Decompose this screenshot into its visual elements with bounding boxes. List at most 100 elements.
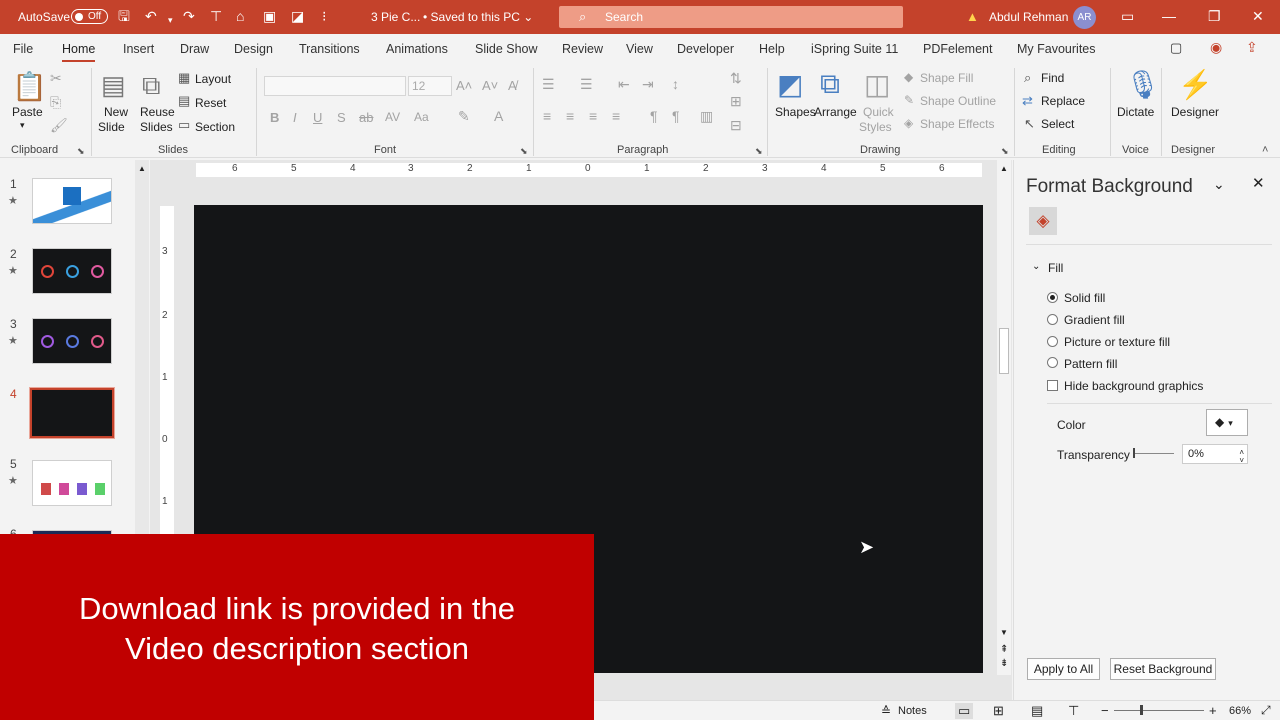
close-window-icon[interactable]: ✕ [1252,8,1264,25]
scroll-up-icon[interactable]: ▲ [1000,164,1008,173]
tab-my-favourites[interactable]: My Favourites [1017,42,1096,56]
replace-icon[interactable]: ⇄ [1022,93,1033,109]
warning-icon[interactable]: ▲ [966,9,979,24]
slideshow-view-icon[interactable]: ⊤ [1068,703,1079,719]
zoom-in-icon[interactable]: + [1209,703,1217,718]
change-case-icon[interactable]: Aa [414,110,429,124]
increase-indent-icon[interactable]: ⇥ [642,76,654,93]
justify-icon[interactable]: ≡ [612,108,620,124]
shadow-icon[interactable]: S [337,110,346,125]
highlight-icon[interactable]: ✎ [458,108,470,125]
shape-effects-button[interactable]: Shape Effects [920,117,995,131]
quick-styles-icon[interactable]: ◫ [864,68,890,101]
notes-button[interactable]: Notes [898,705,927,717]
zoom-out-icon[interactable]: − [1101,703,1109,718]
tab-file[interactable]: File [13,42,33,56]
arrange-icon[interactable]: ⧉ [820,68,840,101]
char-spacing-icon[interactable]: AV [385,110,400,124]
shape-fill-button[interactable]: Shape Fill [920,71,973,85]
record-icon[interactable]: ◉ [1210,39,1222,56]
numbering-icon[interactable]: ☰ [580,76,593,93]
tab-view[interactable]: View [626,42,653,56]
smartart-icon[interactable]: ⊟ [730,117,742,134]
reset-button[interactable]: Reset [195,96,226,110]
align-right-icon[interactable]: ≡ [589,108,597,124]
transparency-input[interactable]: 0% ˄ ˅ [1182,444,1248,465]
color-picker-button[interactable]: ◆ ▾ [1206,409,1248,436]
collapse-ribbon-icon[interactable]: ˄ [1262,144,1268,156]
save-status[interactable]: • Saved to this PC ⌄ [423,10,533,24]
section-icon[interactable]: ▭ [178,117,190,133]
rtl-icon[interactable]: ¶ [650,108,658,124]
scroll-up-icon[interactable]: ▲ [138,164,146,173]
canvas-scrollbar[interactable]: ▲ ▼ ⇞ ⇟ [997,160,1011,675]
tab-review[interactable]: Review [562,42,603,56]
slide-thumbnail[interactable] [32,318,112,364]
customize-qat-icon[interactable]: ⁝ [322,8,326,24]
align-center-icon[interactable]: ≡ [566,108,574,124]
font-launcher-icon[interactable]: ⬊ [520,146,528,157]
search-box[interactable]: ⌕ Search [559,6,903,28]
reset-icon[interactable]: ▤ [178,93,190,109]
reading-view-icon[interactable]: ▤ [1031,703,1043,719]
new-slide-label2[interactable]: Slide [98,120,125,134]
picture-fill-radio[interactable] [1047,336,1058,347]
bold-icon[interactable]: B [270,110,279,125]
tab-ispring[interactable]: iSpring Suite 11 [811,42,898,56]
redo-icon[interactable]: ↷ [183,8,195,24]
new-slide-icon[interactable]: ▤ [101,70,126,101]
increase-font-icon[interactable]: A˄ [456,78,472,93]
comments-icon[interactable]: ▢ [1170,40,1182,56]
underline-icon[interactable]: U [313,110,322,125]
paste-dropdown-icon[interactable]: ▾ [20,120,25,131]
clipboard-launcher-icon[interactable]: ⬊ [77,146,85,157]
new-slide-button[interactable]: New [104,105,128,119]
present-icon[interactable]: ⊤ [210,8,222,24]
copy-icon[interactable]: ⎘ [50,94,61,111]
undo-dropdown-icon[interactable]: ▾ [168,12,173,28]
pattern-fill-label[interactable]: Pattern fill [1064,357,1117,371]
microphone-icon[interactable]: 🎙 [1125,68,1161,101]
apply-to-all-button[interactable]: Apply to All [1027,658,1100,680]
notes-icon[interactable]: ≙ [881,704,891,718]
hide-background-label[interactable]: Hide background graphics [1064,379,1203,393]
zoom-slider-thumb[interactable] [1140,705,1143,715]
shapes-qat-icon[interactable]: ◪ [291,8,304,24]
section-button[interactable]: Section [195,120,235,134]
slide-thumbnail[interactable] [32,460,112,506]
tab-home[interactable]: Home [62,42,96,63]
pane-options-icon[interactable]: ⌄ [1213,176,1225,193]
format-painter-icon[interactable]: 🖌 [50,117,68,134]
shape-outline-icon[interactable]: ✎ [904,93,914,107]
close-pane-icon[interactable]: ✕ [1252,174,1265,192]
format-painter-qat-icon[interactable]: ⌂ [236,8,244,24]
decrease-indent-icon[interactable]: ⇤ [618,76,630,93]
gradient-fill-radio[interactable] [1047,314,1058,325]
zoom-slider-track[interactable] [1114,710,1204,711]
font-name-box[interactable] [264,76,406,96]
reuse-slides-label2[interactable]: Slides [140,120,173,134]
spinner-down-icon[interactable]: ˅ [1239,452,1244,470]
ltr-icon[interactable]: ¶ [672,108,680,124]
slide-sorter-icon[interactable]: ⊞ [993,703,1004,719]
tab-pdfelement[interactable]: PDFelement [923,42,992,56]
zoom-level[interactable]: 66% [1229,705,1251,717]
tab-animations[interactable]: Animations [386,42,448,56]
align-left-icon[interactable]: ≡ [543,108,551,124]
tab-developer[interactable]: Developer [677,42,734,56]
select-icon[interactable]: ↖ [1024,116,1035,132]
solid-fill-radio[interactable] [1047,292,1058,303]
autosave-toggle[interactable]: Off [71,9,108,24]
tab-help[interactable]: Help [759,42,785,56]
replace-button[interactable]: Replace [1041,94,1085,108]
transparency-slider-track[interactable] [1134,453,1174,454]
tab-slide-show[interactable]: Slide Show [475,42,538,56]
save-icon[interactable]: 🖫 [118,8,130,24]
paragraph-launcher-icon[interactable]: ⬊ [755,146,763,157]
dictate-button[interactable]: Dictate [1117,105,1154,119]
tab-transitions[interactable]: Transitions [299,42,360,56]
find-button[interactable]: Find [1041,71,1064,85]
slide-thumbnail[interactable] [32,248,112,294]
quick-styles-button[interactable]: Quick [863,105,894,119]
scroll-thumb[interactable] [999,328,1009,374]
